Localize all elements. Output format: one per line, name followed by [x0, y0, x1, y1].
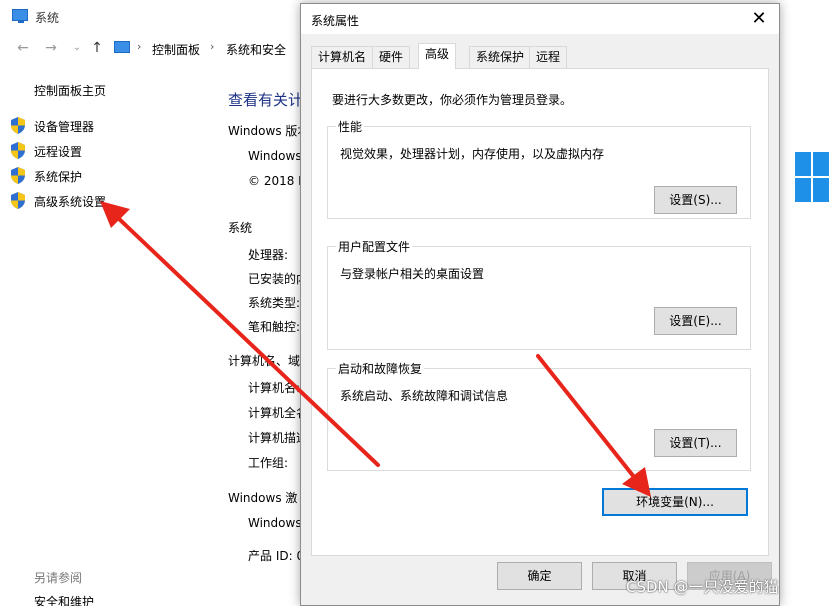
- tab-hardware[interactable]: 硬件: [372, 46, 411, 68]
- breadcrumb-control-panel[interactable]: 控制面板: [152, 41, 200, 58]
- processor-label: 处理器:: [248, 248, 289, 262]
- tab-computer-name[interactable]: 计算机名: [311, 46, 374, 68]
- shield-icon: [11, 117, 25, 134]
- group-description: 系统启动、系统故障和调试信息: [340, 389, 509, 403]
- windows-activation-heading: Windows 激: [228, 491, 298, 505]
- nav-item-label: 系统保护: [34, 170, 83, 184]
- pen-touch-label: 笔和触控:: [248, 320, 301, 334]
- performance-group: 性能 视觉效果，处理器计划，内存使用，以及虚拟内存 设置(S)...: [327, 118, 751, 219]
- shield-icon: [11, 142, 25, 159]
- close-icon[interactable]: ✕: [747, 7, 771, 31]
- startup-recovery-settings-button[interactable]: 设置(T)...: [654, 429, 737, 457]
- dialog-titlebar[interactable]: 系统属性 ✕: [301, 4, 779, 34]
- group-title: 用户配置文件: [336, 238, 413, 255]
- installed-memory-label: 已安装的内: [248, 272, 309, 286]
- breadcrumb-chevron-icon[interactable]: ›: [210, 40, 214, 53]
- startup-recovery-group: 启动和故障恢复 系统启动、系统故障和调试信息 设置(T)...: [327, 360, 751, 471]
- recent-dropdown-icon[interactable]: ⌄: [68, 39, 86, 57]
- windows-edition-heading: Windows 版本: [228, 124, 310, 138]
- tab-advanced[interactable]: 高级: [418, 43, 457, 69]
- see-also-heading: 另请参阅: [34, 571, 83, 585]
- performance-settings-button[interactable]: 设置(S)...: [654, 186, 737, 214]
- user-profiles-settings-button[interactable]: 设置(E)...: [654, 307, 737, 335]
- windows-edition-value: Windows: [248, 149, 302, 163]
- nav-control-panel-home[interactable]: 控制面板主页: [34, 82, 106, 99]
- computer-icon: [12, 9, 28, 23]
- nav-item-label: 远程设置: [34, 145, 83, 159]
- shield-icon: [11, 167, 25, 184]
- admin-note: 要进行大多数更改，你必须作为管理员登录。: [332, 93, 573, 107]
- activation-status-text: Windows: [248, 516, 302, 530]
- tab-remote[interactable]: 远程: [529, 46, 568, 68]
- windows-logo-icon: [795, 152, 832, 204]
- back-arrow-icon[interactable]: ←: [14, 39, 32, 57]
- system-type-label: 系统类型:: [248, 296, 301, 310]
- forward-arrow-icon[interactable]: →: [42, 39, 60, 57]
- computer-name-heading: 计算机名、域: [228, 354, 301, 368]
- group-title: 性能: [336, 118, 365, 135]
- ok-button[interactable]: 确定: [497, 562, 582, 590]
- group-description: 视觉效果，处理器计划，内存使用，以及虚拟内存: [340, 147, 605, 161]
- dialog-title: 系统属性: [311, 14, 360, 28]
- computer-name-label: 计算机名:: [248, 381, 301, 395]
- environment-variables-button[interactable]: 环境变量(N)...: [602, 488, 748, 516]
- system-window-title: 系统: [35, 11, 60, 25]
- advanced-tab-page: 要进行大多数更改，你必须作为管理员登录。 性能 视觉效果，处理器计划，内存使用，…: [311, 68, 769, 556]
- control-panel-icon: [114, 41, 130, 53]
- workgroup-label: 工作组:: [248, 456, 289, 470]
- group-description: 与登录帐户相关的桌面设置: [340, 267, 485, 281]
- user-profiles-group: 用户配置文件 与登录帐户相关的桌面设置 设置(E)...: [327, 238, 751, 350]
- group-title: 启动和故障恢复: [336, 360, 425, 377]
- nav-security-maintenance[interactable]: 安全和维护: [34, 593, 94, 606]
- breadcrumb-system-security[interactable]: 系统和安全: [226, 41, 286, 58]
- system-properties-dialog: 系统属性 ✕ 计算机名 硬件 高级 系统保护 远程 要进行大多数更改，你必须作为…: [300, 3, 780, 606]
- page-heading: 查看有关计: [228, 91, 304, 109]
- system-heading: 系统: [228, 221, 253, 235]
- watermark: CSDN @一只没爱的猫: [626, 578, 779, 596]
- computer-description-label: 计算机描述: [248, 431, 309, 445]
- breadcrumb-chevron-icon[interactable]: ›: [137, 40, 141, 53]
- tab-system-protection[interactable]: 系统保护: [469, 46, 532, 68]
- shield-icon: [11, 192, 25, 209]
- product-id-label: 产品 ID: 0: [248, 549, 305, 563]
- full-computer-name-label: 计算机全名: [248, 406, 309, 420]
- up-arrow-icon[interactable]: ↑: [88, 39, 106, 57]
- nav-item-label: 高级系统设置: [34, 195, 107, 209]
- nav-item-label: 设备管理器: [34, 120, 95, 134]
